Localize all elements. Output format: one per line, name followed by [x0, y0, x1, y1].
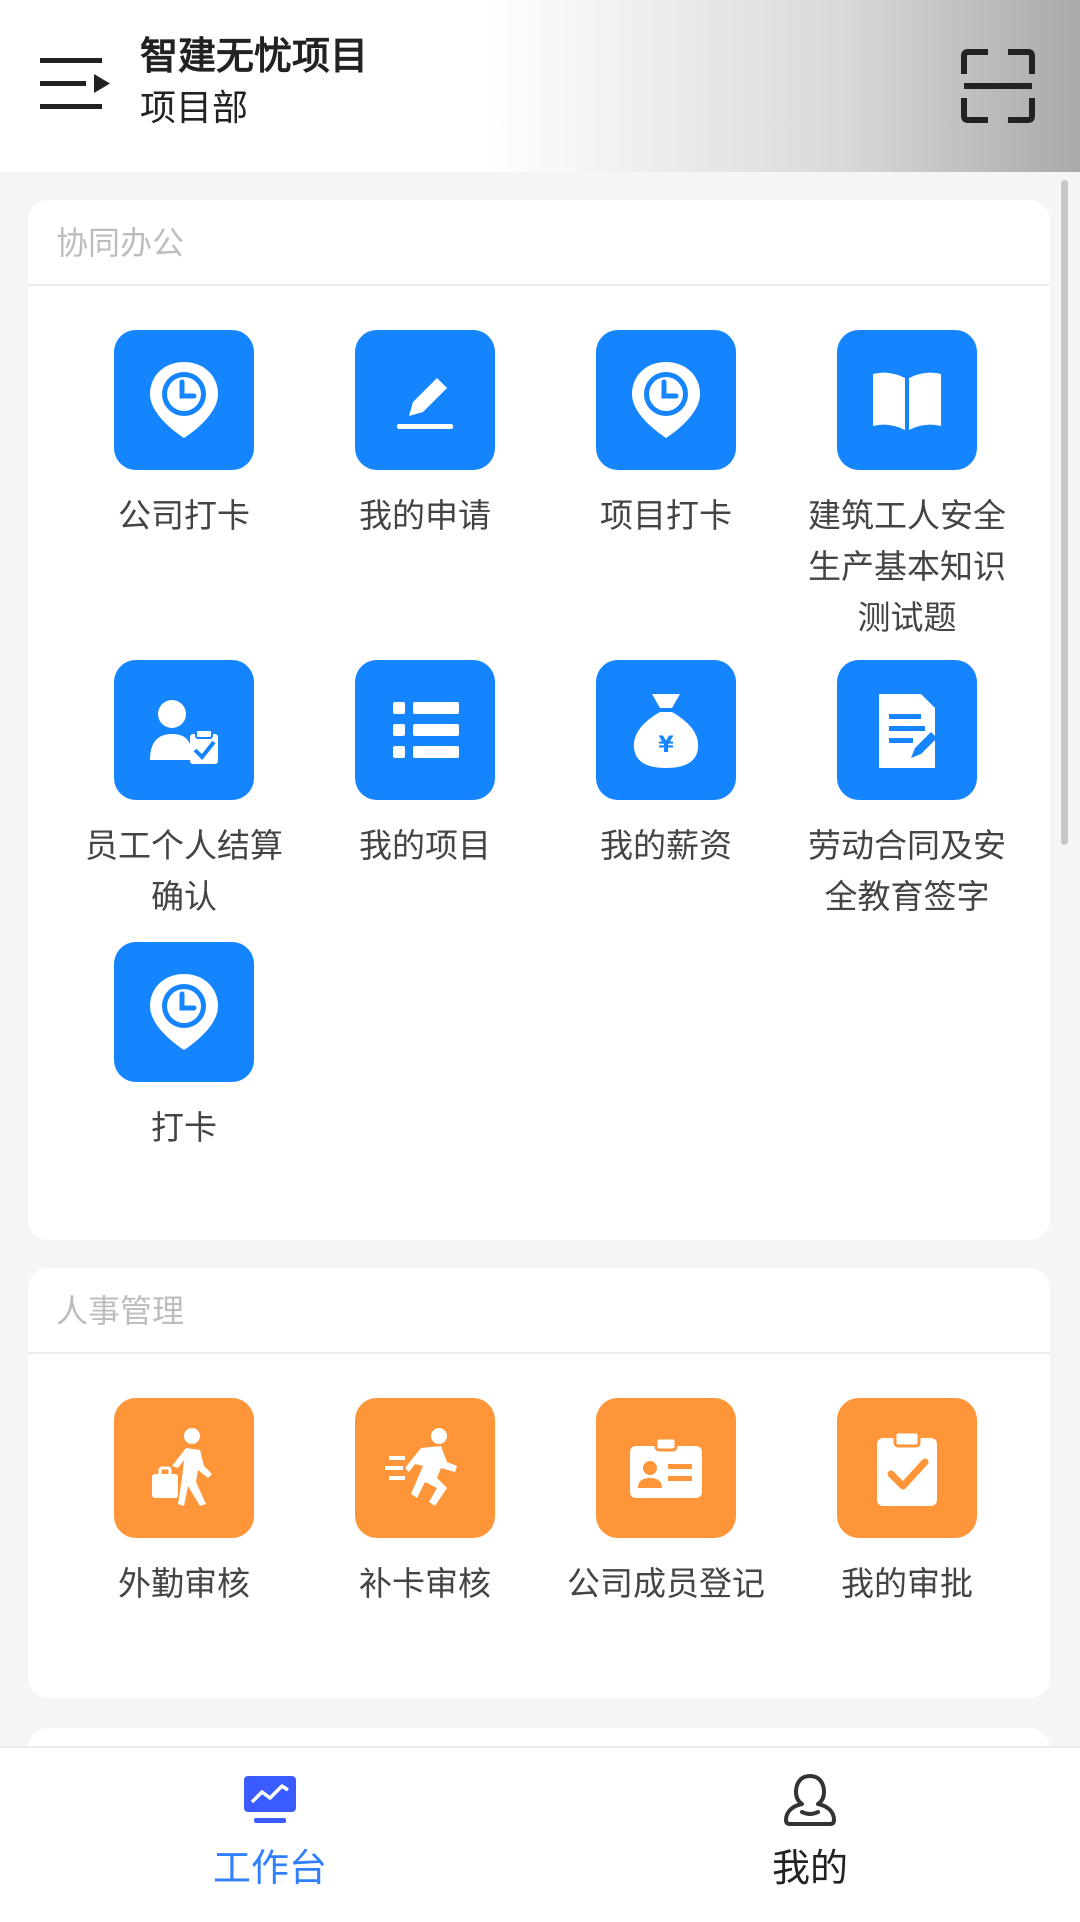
clock-pin-icon — [114, 330, 254, 470]
tile-label: 外勤审核 — [118, 1564, 250, 1603]
tile-label: 补卡审核 — [359, 1564, 491, 1603]
section-collaboration: 协同办公 公司打卡 我的申请 项目打卡 建筑工人安全生产基本知识测试题 员工个人… — [28, 200, 1050, 1240]
money-bag-icon: ¥ — [596, 660, 736, 800]
tile-label: 员工个人结算确认 — [85, 826, 283, 916]
tile-label: 我的申请 — [359, 496, 491, 535]
pencil-icon — [355, 330, 495, 470]
document-sign-icon — [837, 660, 977, 800]
clock-pin-icon — [114, 942, 254, 1082]
app-my-applications[interactable]: 我的申请 — [305, 330, 545, 541]
tab-workbench[interactable]: 工作台 — [0, 1748, 540, 1922]
clock-pin-icon — [596, 330, 736, 470]
tile-label: 项目打卡 — [600, 496, 732, 535]
section-hr-management: 人事管理 外勤审核 补卡审核 公司成员登记 我的审批 — [28, 1268, 1050, 1698]
tile-label: 建筑工人安全生产基本知识测试题 — [808, 496, 1006, 637]
section-header: 协同办公 — [28, 200, 1050, 286]
header-title-block: 智建无忧项目 项目部 — [140, 30, 368, 136]
scan-icon — [961, 49, 1035, 123]
section-title: 协同办公 — [56, 224, 185, 262]
running-icon — [355, 1398, 495, 1538]
tab-me[interactable]: 我的 — [540, 1748, 1080, 1922]
tab-label: 我的 — [771, 1846, 848, 1890]
walking-briefcase-icon — [114, 1398, 254, 1538]
book-icon — [837, 330, 977, 470]
tile-label: 我的项目 — [359, 826, 491, 865]
app-header: 智建无忧项目 项目部 — [0, 0, 1080, 172]
app-subtitle: 项目部 — [140, 88, 249, 129]
tile-label: 公司打卡 — [118, 496, 250, 535]
monitor-chart-icon — [244, 1776, 296, 1823]
app-checkin[interactable]: 打卡 — [64, 942, 304, 1153]
menu-button[interactable] — [38, 52, 114, 116]
menu-collapse-icon — [40, 58, 110, 109]
scan-button[interactable] — [960, 48, 1036, 124]
tile-label: 劳动合同及安全教育签字 — [808, 826, 1006, 916]
section-title: 人事管理 — [56, 1292, 185, 1330]
svg-text:¥: ¥ — [658, 733, 674, 758]
tile-label: 我的薪资 — [600, 826, 732, 865]
app-contract-sign[interactable]: 劳动合同及安全教育签字 — [787, 660, 1027, 922]
app-member-registration[interactable]: 公司成员登记 — [546, 1398, 786, 1609]
tab-label: 工作台 — [212, 1846, 327, 1890]
list-icon — [355, 660, 495, 800]
section-header: 人事管理 — [28, 1268, 1050, 1354]
scrollbar[interactable] — [1061, 180, 1068, 845]
user-icon — [784, 1774, 836, 1826]
app-my-salary[interactable]: ¥ 我的薪资 — [546, 660, 786, 871]
tile-label: 公司成员登记 — [567, 1564, 765, 1603]
clipboard-check-icon — [837, 1398, 977, 1538]
id-card-icon — [596, 1398, 736, 1538]
bottom-tab-bar: 工作台 我的 — [0, 1746, 1080, 1922]
tile-label: 我的审批 — [841, 1564, 973, 1603]
app-my-projects[interactable]: 我的项目 — [305, 660, 545, 871]
app-company-checkin[interactable]: 公司打卡 — [64, 330, 304, 541]
person-clipboard-icon — [114, 660, 254, 800]
app-makeup-checkin-review[interactable]: 补卡审核 — [305, 1398, 545, 1609]
app-my-approvals[interactable]: 我的审批 — [787, 1398, 1027, 1609]
app-project-checkin[interactable]: 项目打卡 — [546, 330, 786, 541]
app-title: 智建无忧项目 — [140, 34, 369, 78]
app-field-work-review[interactable]: 外勤审核 — [64, 1398, 304, 1609]
app-safety-quiz[interactable]: 建筑工人安全生产基本知识测试题 — [787, 330, 1027, 643]
tile-label: 打卡 — [151, 1108, 217, 1147]
app-settlement-confirm[interactable]: 员工个人结算确认 — [64, 660, 304, 922]
